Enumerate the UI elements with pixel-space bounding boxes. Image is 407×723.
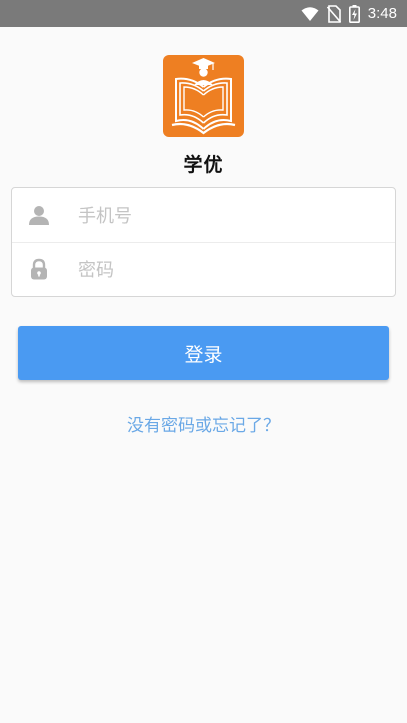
wifi-icon xyxy=(301,6,319,21)
battery-charging-icon xyxy=(348,4,360,23)
lock-icon xyxy=(31,258,47,280)
status-time: 3:48 xyxy=(367,5,397,22)
phone-row xyxy=(12,188,395,243)
phone-input[interactable] xyxy=(76,198,380,234)
user-icon xyxy=(29,206,49,225)
no-sim-icon xyxy=(326,4,341,23)
password-input[interactable] xyxy=(76,252,380,288)
status-bar: 3:48 xyxy=(0,0,407,27)
status-icons: 3:48 xyxy=(301,4,397,23)
login-form xyxy=(11,187,396,297)
graduate-book-logo xyxy=(171,58,236,135)
app-logo xyxy=(163,55,244,137)
forgot-password-link[interactable]: 没有密码或忘记了？ xyxy=(0,411,407,436)
password-row xyxy=(12,242,395,296)
login-button[interactable]: 登录 xyxy=(18,326,389,380)
app-name: 学优 xyxy=(183,154,224,176)
